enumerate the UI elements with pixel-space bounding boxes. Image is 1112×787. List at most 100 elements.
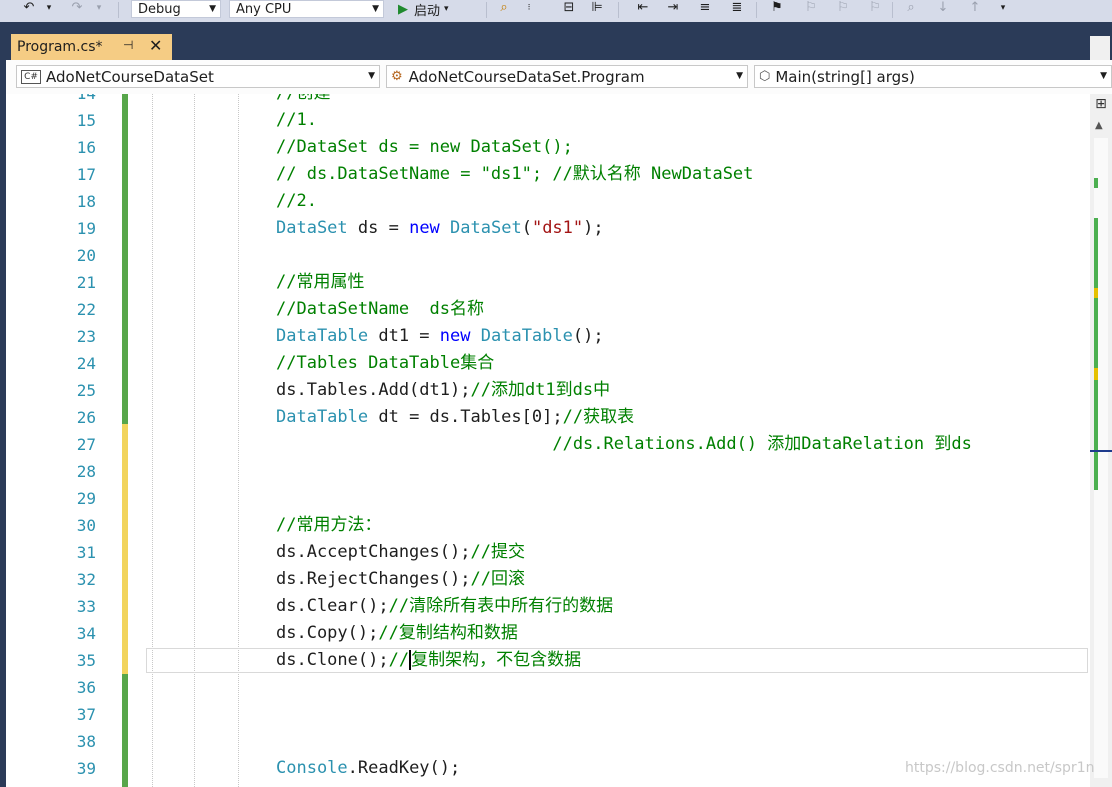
code-text[interactable]: ds.RejectChanges();//回滚 <box>276 566 525 593</box>
code-text[interactable]: DataTable dt = ds.Tables[0];//获取表 <box>276 404 634 431</box>
code-text[interactable]: ds.Copy();//复制结构和数据 <box>276 620 518 647</box>
code-editor[interactable]: 14 //创建 15 //1. 16 //DataSet ds = new DataSet… <box>6 94 1090 787</box>
navigation-bar: C# AdoNetCourseDataSet ▼ ⚙ AdoNetCourseD… <box>6 60 1112 94</box>
line-number: 33 <box>76 597 96 616</box>
line-number: 34 <box>76 624 96 643</box>
code-text[interactable]: //DataSetName ds名称 <box>276 296 484 323</box>
code-line[interactable]: 30 //常用方法： <box>6 512 1090 539</box>
next-bookmark-icon[interactable]: ⚐ <box>834 0 852 18</box>
undo-dropdown-icon[interactable]: ▾ <box>40 0 58 18</box>
chevron-down-icon: ▾ <box>444 4 449 14</box>
chevron-down-icon: ▼ <box>736 71 743 81</box>
code-line[interactable]: 28 <box>6 458 1090 485</box>
toolbar-overflow-icon[interactable]: ⁝ <box>520 0 538 18</box>
code-text[interactable]: ds.Clone();//复制架构，不包含数据 <box>276 647 581 674</box>
bookmark-icon[interactable]: ⚑ <box>768 0 786 18</box>
start-label: 启动 <box>414 3 441 19</box>
code-text[interactable]: ds.AcceptChanges();//提交 <box>276 539 525 566</box>
line-number: 17 <box>76 165 96 184</box>
code-line[interactable]: 15 //1. <box>6 107 1090 134</box>
play-icon: ▶ <box>398 1 408 17</box>
chevron-down-icon: ▼ <box>209 4 216 14</box>
chevron-down-icon: ▼ <box>1100 71 1107 81</box>
code-text[interactable]: //DataSet ds = new DataSet(); <box>276 134 573 161</box>
code-text[interactable]: //创建 <box>276 94 330 107</box>
line-number: 37 <box>76 705 96 724</box>
find-icon[interactable]: ⌕ <box>495 0 513 18</box>
code-line[interactable]: 31 ds.AcceptChanges();//提交 <box>6 539 1090 566</box>
line-number: 19 <box>76 219 96 238</box>
line-number: 22 <box>76 300 96 319</box>
platform-combo[interactable]: Any CPU ▼ <box>229 0 384 18</box>
redo-dropdown-icon[interactable]: ▾ <box>90 0 108 18</box>
code-line[interactable]: 17 // ds.DataSetName = "ds1"; //默认名称 NewD… <box>6 161 1090 188</box>
line-number: 18 <box>76 192 96 211</box>
class-combo[interactable]: ⚙ AdoNetCourseDataSet.Program ▼ <box>386 65 748 88</box>
code-line[interactable]: 25 ds.Tables.Add(dt1);//添加dt1到ds中 <box>6 377 1090 404</box>
indent-icon[interactable]: ⇥ <box>664 0 682 18</box>
split-window-icon[interactable]: ⊞ <box>1093 96 1109 114</box>
toolbar-more-icon[interactable]: ▾ <box>994 0 1012 18</box>
code-line[interactable]: 34 ds.Copy();//复制结构和数据 <box>6 620 1090 647</box>
chevron-down-icon: ▼ <box>372 4 379 14</box>
line-number: 27 <box>76 435 96 454</box>
code-text[interactable]: //ds.Relations.Add() 添加DataRelation 到ds <box>276 431 971 458</box>
line-number: 29 <box>76 489 96 508</box>
code-text[interactable]: ds.Clear();//清除所有表中所有行的数据 <box>276 593 613 620</box>
code-line[interactable]: 22 //DataSetName ds名称 <box>6 296 1090 323</box>
code-text[interactable]: //1. <box>276 107 317 134</box>
code-line[interactable]: 32 ds.RejectChanges();//回滚 <box>6 566 1090 593</box>
code-line[interactable]: 38 <box>6 728 1090 755</box>
toolbar-separator <box>756 2 757 18</box>
code-text[interactable]: //2. <box>276 188 317 215</box>
code-line[interactable]: 36 <box>6 674 1090 701</box>
code-text[interactable]: Console.ReadKey(); <box>276 755 460 782</box>
line-number: 16 <box>76 138 96 157</box>
code-line[interactable]: 19 DataSet ds = new DataSet("ds1"); <box>6 215 1090 242</box>
up-arrow-icon[interactable]: ↑ <box>966 0 984 18</box>
down-arrow-icon[interactable]: ↓ <box>934 0 952 18</box>
zoom-icon[interactable]: ⌕ <box>902 0 920 18</box>
code-line[interactable]: 14 //创建 <box>6 94 1090 107</box>
project-combo[interactable]: C# AdoNetCourseDataSet ▼ <box>16 65 380 88</box>
start-button[interactable]: ▶ 启动 ▾ <box>398 0 478 19</box>
undo-icon[interactable]: ↶ <box>20 0 38 18</box>
member-name: Main(string[] args) <box>775 67 915 86</box>
solution-config-combo[interactable]: Debug ▼ <box>131 0 221 18</box>
redo-icon[interactable]: ↷ <box>68 0 86 18</box>
member-combo[interactable]: ⬡ Main(string[] args) ▼ <box>754 65 1112 88</box>
code-text[interactable]: DataTable dt1 = new DataTable(); <box>276 323 604 350</box>
tab-overflow-button[interactable] <box>1090 36 1110 60</box>
outdent-icon[interactable]: ⇤ <box>634 0 652 18</box>
code-text[interactable]: DataSet ds = new DataSet("ds1"); <box>276 215 604 242</box>
step-icon[interactable]: ⊫ <box>588 0 606 18</box>
comment-icon[interactable]: ≡ <box>696 0 714 18</box>
code-line[interactable]: 26 DataTable dt = ds.Tables[0];//获取表 <box>6 404 1090 431</box>
code-line[interactable]: 24 //Tables DataTable集合 <box>6 350 1090 377</box>
code-line[interactable]: 33 ds.Clear();//清除所有表中所有行的数据 <box>6 593 1090 620</box>
code-line[interactable]: 18 //2. <box>6 188 1090 215</box>
clear-bookmarks-icon[interactable]: ⚐ <box>866 0 884 18</box>
code-text[interactable]: //Tables DataTable集合 <box>276 350 494 377</box>
code-line[interactable]: 35 ds.Clone();//复制架构，不包含数据 <box>6 647 1090 674</box>
tab-program-cs[interactable]: Program.cs* ⊣ ✕ <box>11 34 172 60</box>
scroll-up-icon[interactable]: ▲ <box>1095 120 1103 131</box>
code-line[interactable]: 27 //ds.Relations.Add() 添加DataRelation 到… <box>6 431 1090 458</box>
close-icon[interactable]: ✕ <box>149 36 162 55</box>
code-text[interactable]: ds.Tables.Add(dt1);//添加dt1到ds中 <box>276 377 610 404</box>
code-line[interactable]: 37 <box>6 701 1090 728</box>
prev-bookmark-icon[interactable]: ⚐ <box>802 0 820 18</box>
line-number: 38 <box>76 732 96 751</box>
uncomment-icon[interactable]: ≣ <box>728 0 746 18</box>
code-text[interactable]: // ds.DataSetName = "ds1"; //默认名称 NewDat… <box>276 161 753 188</box>
code-line[interactable]: 20 <box>6 242 1090 269</box>
code-text[interactable]: //常用属性 <box>276 269 364 296</box>
code-line[interactable]: 29 <box>6 485 1090 512</box>
save-icon[interactable]: ⊟ <box>560 0 578 18</box>
code-line[interactable]: 16 //DataSet ds = new DataSet(); <box>6 134 1090 161</box>
code-text[interactable]: //常用方法： <box>276 512 381 539</box>
pin-icon[interactable]: ⊣ <box>123 38 133 52</box>
code-line[interactable]: 21 //常用属性 <box>6 269 1090 296</box>
line-number: 26 <box>76 408 96 427</box>
code-line[interactable]: 23 DataTable dt1 = new DataTable(); <box>6 323 1090 350</box>
